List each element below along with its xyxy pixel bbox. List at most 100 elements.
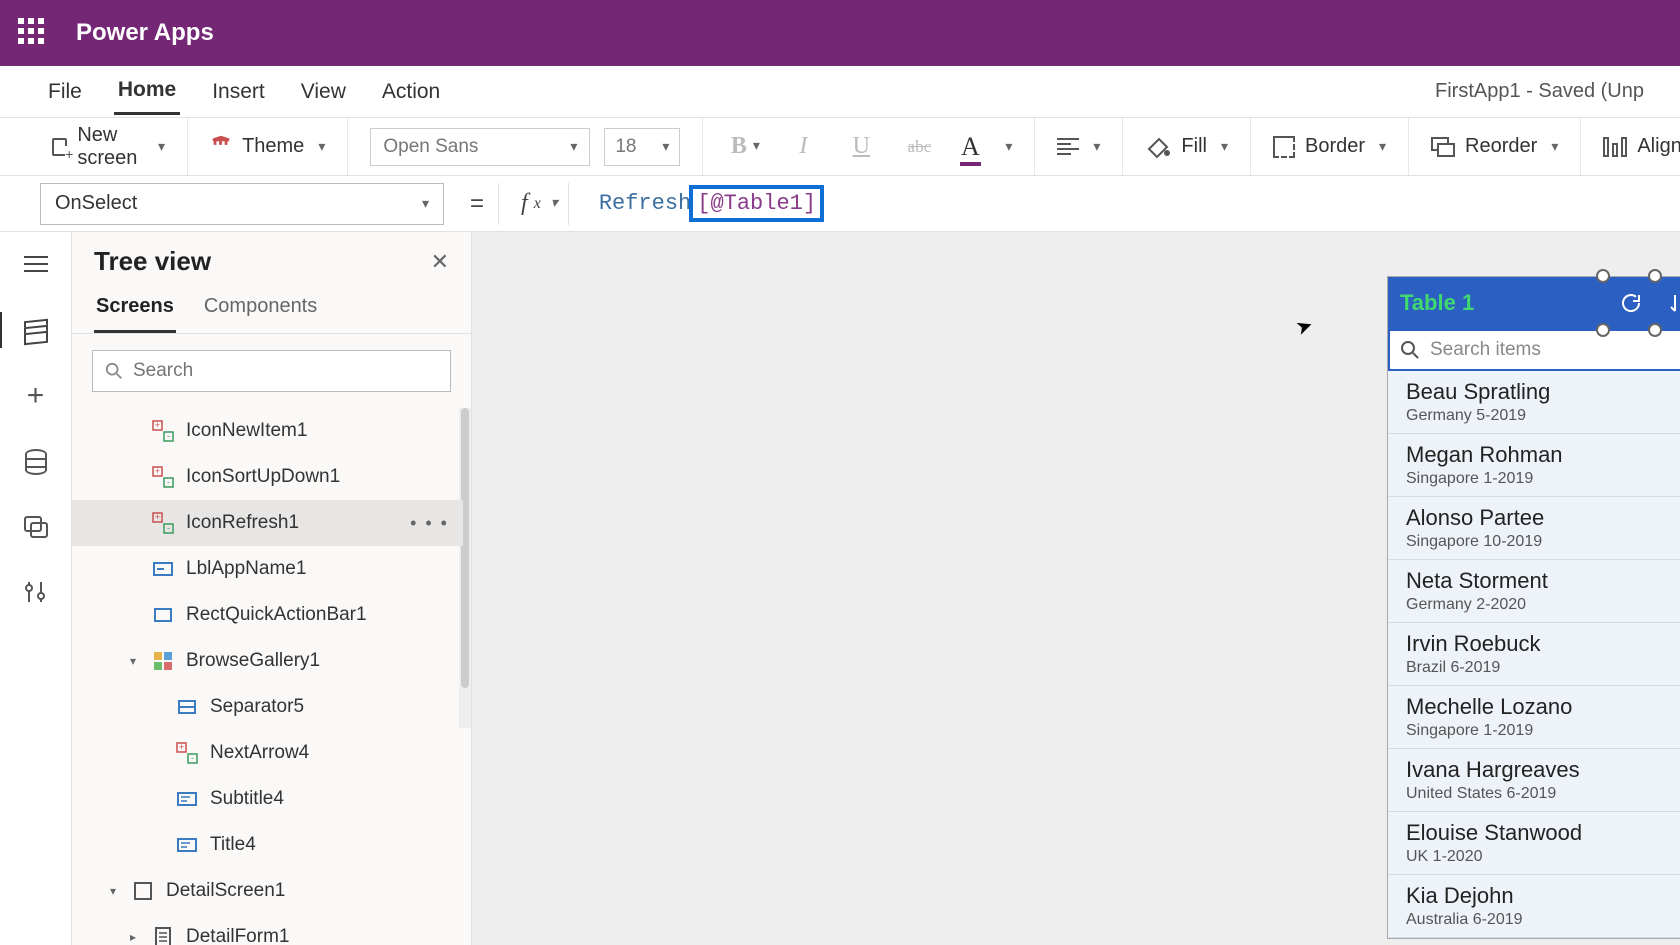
svg-text:+: +	[155, 466, 160, 476]
ribbon-toolbar: New screen ▾ Theme ▾ Open Sans▾ 18▾ B▾ I…	[0, 118, 1680, 176]
selection-handle[interactable]	[1596, 269, 1610, 283]
svg-text:+: +	[179, 742, 184, 752]
align-label: Align	[1637, 135, 1680, 158]
tree-item-iconrefresh1[interactable]: +- IconRefresh1 • • •	[72, 500, 463, 546]
list-item[interactable]: Kia DejohnAustralia 6-2019›	[1388, 875, 1680, 938]
plusminus-icon: +-	[152, 512, 174, 534]
align-button[interactable]: Align ▾	[1581, 118, 1680, 175]
app-preview: Table 1 + Search items Beau SpratlingGer…	[1388, 277, 1680, 938]
font-family-select[interactable]: Open Sans▾	[370, 128, 590, 166]
tree-item-browsegallery1[interactable]: BrowseGallery1	[72, 638, 463, 684]
menu-view[interactable]: View	[297, 70, 350, 114]
title-bar: Power Apps	[0, 0, 1680, 66]
tree-item-label: BrowseGallery1	[186, 650, 320, 672]
refresh-icon[interactable]	[1614, 286, 1648, 320]
menu-insert[interactable]: Insert	[208, 70, 269, 114]
tab-screens[interactable]: Screens	[94, 287, 176, 333]
tree-item-label: RectQuickActionBar1	[186, 604, 367, 626]
menu-file[interactable]: File	[44, 70, 86, 114]
rail-media[interactable]	[18, 510, 54, 546]
selection-handle[interactable]	[1648, 269, 1662, 283]
list-item[interactable]: Neta StormentGermany 2-2020›	[1388, 560, 1680, 623]
rail-hamburger[interactable]	[18, 246, 54, 282]
reorder-button[interactable]: Reorder ▾	[1409, 118, 1581, 175]
list-item[interactable]: Beau SpratlingGermany 5-2019›	[1388, 371, 1680, 434]
tree-item-nextarrow4[interactable]: +-NextArrow4	[72, 730, 463, 776]
caret-icon[interactable]	[106, 884, 120, 898]
sort-icon[interactable]	[1662, 286, 1680, 320]
search-input[interactable]	[133, 360, 438, 382]
menu-bar: File Home Insert View Action FirstApp1 -…	[0, 66, 1680, 118]
menu-action[interactable]: Action	[378, 70, 444, 114]
tree-item-label: IconRefresh1	[186, 512, 299, 534]
property-select[interactable]: OnSelect ▾	[40, 183, 444, 225]
chevron-down-icon: ▾	[158, 138, 165, 155]
equals-label: =	[456, 183, 499, 225]
list-item[interactable]: Elouise StanwoodUK 1-2020›	[1388, 812, 1680, 875]
tree-search[interactable]	[92, 350, 451, 392]
preview-search[interactable]: Search items	[1388, 329, 1680, 371]
tree-item-label: Subtitle4	[210, 788, 284, 810]
font-size-select[interactable]: 18▾	[604, 128, 680, 166]
svg-text:-: -	[167, 523, 170, 533]
preview-title: Table 1	[1400, 290, 1600, 316]
app-launcher-icon[interactable]	[18, 18, 48, 48]
more-icon[interactable]: • • •	[410, 513, 449, 534]
strikethrough-button[interactable]: abc	[899, 137, 939, 157]
list-item[interactable]: Alonso ParteeSingapore 10-2019›	[1388, 497, 1680, 560]
tree-item-subtitle4[interactable]: Subtitle4	[72, 776, 463, 822]
chevron-down-icon: ▾	[1379, 138, 1386, 155]
list-item[interactable]: Megan RohmanSingapore 1-2019›	[1388, 434, 1680, 497]
left-rail: +	[0, 232, 72, 945]
label-icon	[152, 558, 174, 580]
close-icon[interactable]: ✕	[431, 249, 449, 275]
tree-item-detailscreen1[interactable]: DetailScreen1	[72, 868, 463, 914]
theme-icon	[210, 133, 232, 161]
plus-icon: +	[27, 379, 45, 413]
list-item-subtitle: Singapore 1-2019	[1406, 722, 1572, 740]
list-item[interactable]: Mechelle LozanoSingapore 1-2019›	[1388, 686, 1680, 749]
rail-tree-view[interactable]	[18, 312, 54, 348]
caret-icon[interactable]	[126, 654, 140, 668]
italic-button[interactable]: I	[783, 133, 823, 160]
bold-button[interactable]: B▾	[725, 133, 765, 160]
canvas[interactable]: ➤ Table 1 + Search items Beau Spra	[472, 232, 1680, 945]
svg-text:-: -	[167, 477, 170, 487]
theme-button[interactable]: Theme ▾	[188, 118, 348, 175]
text-icon	[176, 788, 198, 810]
list-item[interactable]: Ivana HargreavesUnited States 6-2019›	[1388, 749, 1680, 812]
tree-item-iconnewitem1[interactable]: +-IconNewItem1	[72, 408, 463, 454]
font-color-button[interactable]: A	[957, 134, 983, 160]
formula-input[interactable]: Refresh[@Table1]	[581, 183, 1680, 225]
tree-item-detailform1[interactable]: DetailForm1	[72, 914, 463, 945]
list-item-subtitle: Singapore 10-2019	[1406, 533, 1544, 551]
fx-button[interactable]: fx▾	[511, 183, 569, 225]
align-icon	[1603, 137, 1627, 157]
fill-button[interactable]: Fill ▾	[1123, 118, 1251, 175]
chevron-down-icon: ▾	[1551, 138, 1558, 155]
caret-icon[interactable]	[126, 930, 140, 944]
plusminus-icon: +-	[152, 420, 174, 442]
tree-list: +-IconNewItem1+-IconSortUpDown1+-IconRef…	[72, 408, 471, 945]
selection-handle[interactable]	[1648, 323, 1662, 337]
border-button[interactable]: Border ▾	[1251, 118, 1409, 175]
list-item-name: Mechelle Lozano	[1406, 694, 1572, 720]
underline-button[interactable]: U	[841, 133, 881, 160]
rail-advanced-tools[interactable]	[18, 576, 54, 612]
list-item-subtitle: Brazil 6-2019	[1406, 659, 1541, 677]
rail-insert[interactable]: +	[18, 378, 54, 414]
tree-item-separator5[interactable]: Separator5	[72, 684, 463, 730]
rail-data[interactable]	[18, 444, 54, 480]
menu-home[interactable]: Home	[114, 68, 180, 115]
tree-item-iconsortupdown1[interactable]: +-IconSortUpDown1	[72, 454, 463, 500]
selection-handle[interactable]	[1596, 323, 1610, 337]
new-screen-button[interactable]: New screen ▾	[40, 118, 188, 175]
list-item[interactable]: Irvin RoebuckBrazil 6-2019›	[1388, 623, 1680, 686]
tree-view-title: Tree view	[94, 246, 211, 277]
tree-item-title4[interactable]: Title4	[72, 822, 463, 868]
list-item-name: Alonso Partee	[1406, 505, 1544, 531]
tab-components[interactable]: Components	[202, 287, 319, 333]
tree-item-lblappname1[interactable]: LblAppName1	[72, 546, 463, 592]
text-align-button[interactable]: ▾	[1035, 118, 1123, 175]
tree-item-rectquickactionbar1[interactable]: RectQuickActionBar1	[72, 592, 463, 638]
